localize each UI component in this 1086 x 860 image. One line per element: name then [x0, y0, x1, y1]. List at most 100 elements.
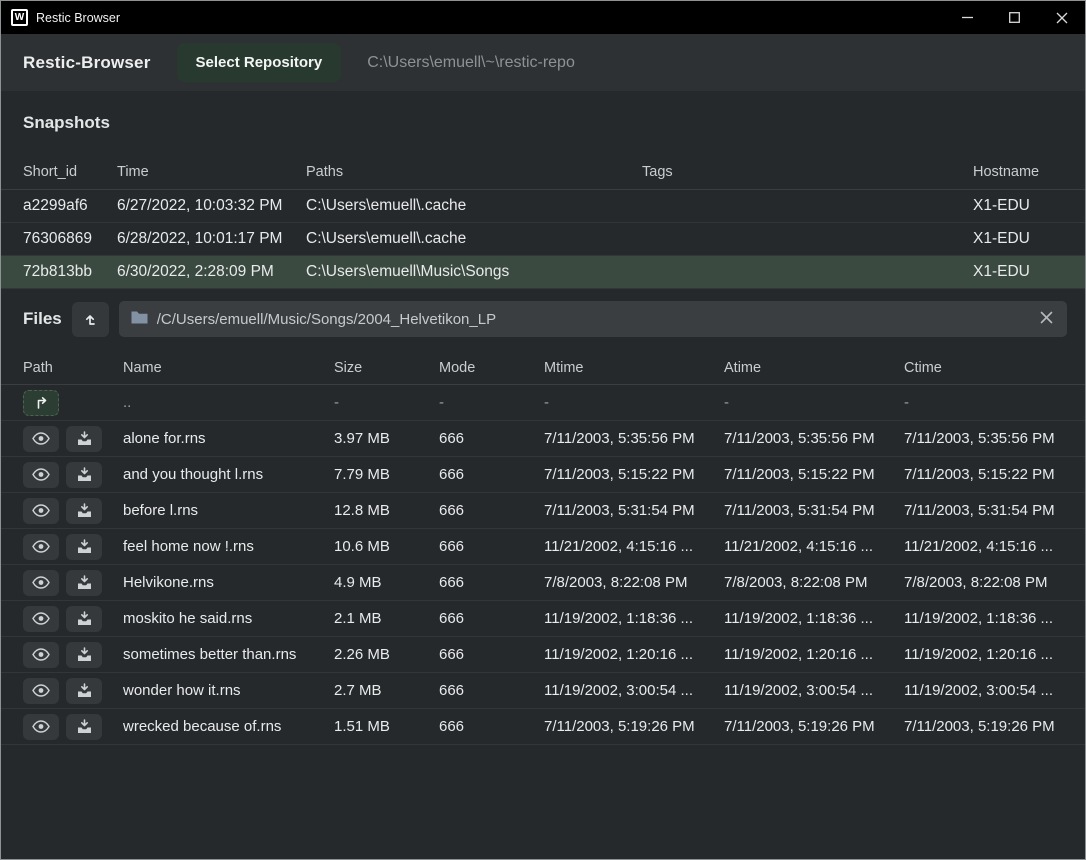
- level-up-icon: [82, 311, 98, 327]
- file-mtime: 11/19/2002, 1:20:16 ...: [544, 646, 724, 663]
- files-bar: Files: [1, 290, 1085, 347]
- col-hostname: Hostname: [973, 164, 1071, 180]
- file-row[interactable]: wrecked because of.rns 1.51 MB 666 7/11/…: [1, 709, 1085, 745]
- file-mode: 666: [439, 610, 544, 627]
- file-row[interactable]: before l.rns 12.8 MB 666 7/11/2003, 5:31…: [1, 493, 1085, 529]
- file-ctime: 7/11/2003, 5:31:54 PM: [904, 502, 1069, 519]
- file-size: 2.26 MB: [334, 646, 439, 663]
- snapshot-paths: C:\Users\emuell\.cache: [306, 230, 642, 248]
- file-atime: 7/11/2003, 5:31:54 PM: [724, 502, 904, 519]
- file-atime: 7/8/2003, 8:22:08 PM: [724, 574, 904, 591]
- file-ctime: 7/11/2003, 5:35:56 PM: [904, 430, 1069, 447]
- maximize-button[interactable]: [991, 1, 1038, 34]
- close-button[interactable]: [1038, 1, 1085, 34]
- preview-file-button[interactable]: [23, 606, 59, 632]
- eye-icon: [32, 720, 50, 733]
- file-size: 2.7 MB: [334, 682, 439, 699]
- download-file-button[interactable]: [66, 678, 102, 704]
- snapshot-row[interactable]: 76306869 6/28/2022, 10:01:17 PM C:\Users…: [1, 223, 1085, 256]
- snapshot-short-id: 72b813bb: [23, 263, 117, 281]
- download-file-button[interactable]: [66, 642, 102, 668]
- download-file-button[interactable]: [66, 606, 102, 632]
- eye-icon: [32, 648, 50, 661]
- snapshot-hostname: X1-EDU: [973, 230, 1071, 248]
- file-row[interactable]: moskito he said.rns 2.1 MB 666 11/19/200…: [1, 601, 1085, 637]
- preview-file-button[interactable]: [23, 678, 59, 704]
- app-title: Restic-Browser: [23, 53, 151, 73]
- col-path: Path: [23, 360, 123, 376]
- file-name: before l.rns: [123, 502, 334, 519]
- snapshot-row[interactable]: 72b813bb 6/30/2022, 2:28:09 PM C:\Users\…: [1, 256, 1085, 289]
- path-input[interactable]: [157, 311, 1029, 328]
- file-name: alone for.rns: [123, 430, 334, 447]
- snapshots-table-header: Short_id Time Paths Tags Hostname: [1, 154, 1085, 190]
- file-name: Helvikone.rns: [123, 574, 334, 591]
- file-atime: 7/11/2003, 5:15:22 PM: [724, 466, 904, 483]
- select-repository-button[interactable]: Select Repository: [177, 43, 342, 82]
- file-row[interactable]: feel home now !.rns 10.6 MB 666 11/21/20…: [1, 529, 1085, 565]
- download-file-button[interactable]: [66, 462, 102, 488]
- snapshot-row[interactable]: a2299af6 6/27/2022, 10:03:32 PM C:\Users…: [1, 190, 1085, 223]
- file-mode: 666: [439, 574, 544, 591]
- snapshot-short-id: 76306869: [23, 230, 117, 248]
- col-atime: Atime: [724, 360, 904, 376]
- preview-file-button[interactable]: [23, 426, 59, 452]
- file-atime: 11/19/2002, 1:18:36 ...: [724, 610, 904, 627]
- snapshot-paths: C:\Users\emuell\.cache: [306, 197, 642, 215]
- col-ctime: Ctime: [904, 360, 1069, 376]
- file-mtime: 7/11/2003, 5:19:26 PM: [544, 718, 724, 735]
- file-ctime: -: [904, 394, 1069, 411]
- file-atime: 7/11/2003, 5:19:26 PM: [724, 718, 904, 735]
- preview-file-button[interactable]: [23, 570, 59, 596]
- file-row[interactable]: sometimes better than.rns 2.26 MB 666 11…: [1, 637, 1085, 673]
- preview-file-button[interactable]: [23, 534, 59, 560]
- file-ctime: 11/19/2002, 3:00:54 ...: [904, 682, 1069, 699]
- snapshot-short-id: a2299af6: [23, 197, 117, 215]
- download-icon: [77, 683, 92, 698]
- eye-icon: [32, 504, 50, 517]
- download-file-button[interactable]: [66, 714, 102, 740]
- file-size: 2.1 MB: [334, 610, 439, 627]
- preview-file-button[interactable]: [23, 498, 59, 524]
- col-mtime: Mtime: [544, 360, 724, 376]
- parent-dir-row[interactable]: .. - - - - -: [1, 385, 1085, 421]
- download-icon: [77, 575, 92, 590]
- preview-file-button[interactable]: [23, 642, 59, 668]
- file-mode: 666: [439, 430, 544, 447]
- download-file-button[interactable]: [66, 426, 102, 452]
- file-ctime: 7/8/2003, 8:22:08 PM: [904, 574, 1069, 591]
- preview-file-button[interactable]: [23, 462, 59, 488]
- file-ctime: 11/21/2002, 4:15:16 ...: [904, 538, 1069, 555]
- download-file-button[interactable]: [66, 534, 102, 560]
- restic-browser-window: W Restic Browser Restic-Browser Select R…: [0, 0, 1086, 860]
- titlebar: W Restic Browser: [1, 1, 1085, 34]
- file-mode: -: [439, 394, 544, 411]
- preview-file-button[interactable]: [23, 714, 59, 740]
- go-up-button[interactable]: [23, 390, 59, 416]
- file-size: 3.97 MB: [334, 430, 439, 447]
- download-icon: [77, 647, 92, 662]
- up-right-arrow-icon: [34, 396, 49, 410]
- minimize-button[interactable]: [944, 1, 991, 34]
- file-atime: 7/11/2003, 5:35:56 PM: [724, 430, 904, 447]
- download-icon: [77, 431, 92, 446]
- file-row[interactable]: wonder how it.rns 2.7 MB 666 11/19/2002,…: [1, 673, 1085, 709]
- file-mode: 666: [439, 646, 544, 663]
- file-size: -: [334, 394, 439, 411]
- clear-path-button[interactable]: [1038, 309, 1055, 329]
- download-file-button[interactable]: [66, 498, 102, 524]
- file-row[interactable]: and you thought l.rns 7.79 MB 666 7/11/2…: [1, 457, 1085, 493]
- eye-icon: [32, 684, 50, 697]
- download-file-button[interactable]: [66, 570, 102, 596]
- file-row[interactable]: alone for.rns 3.97 MB 666 7/11/2003, 5:3…: [1, 421, 1085, 457]
- file-atime: 11/19/2002, 1:20:16 ...: [724, 646, 904, 663]
- app-header: Restic-Browser Select Repository C:\User…: [1, 34, 1085, 91]
- file-name: moskito he said.rns: [123, 610, 334, 627]
- files-section-title: Files: [23, 309, 62, 329]
- file-row[interactable]: Helvikone.rns 4.9 MB 666 7/8/2003, 8:22:…: [1, 565, 1085, 601]
- parent-directory-button[interactable]: [72, 302, 109, 337]
- folder-icon: [131, 310, 148, 328]
- file-name: sometimes better than.rns: [123, 646, 334, 663]
- repository-path: C:\Users\emuell\~\restic-repo: [367, 54, 575, 72]
- download-icon: [77, 539, 92, 554]
